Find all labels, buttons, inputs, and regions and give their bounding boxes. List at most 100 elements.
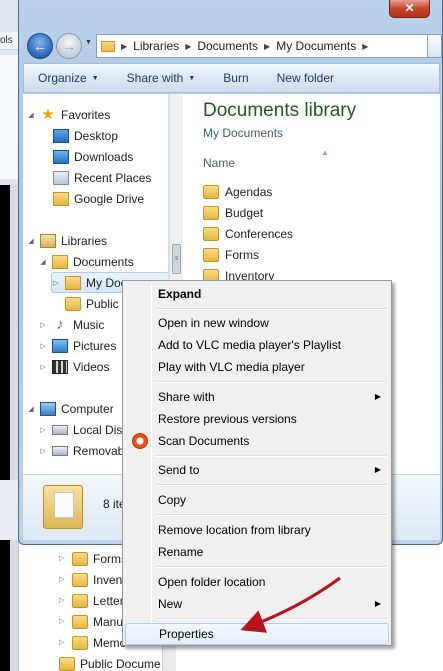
collapse-arrow-icon[interactable]: ◢ — [27, 237, 35, 245]
documents-folder-icon — [65, 275, 81, 290]
nav-item-removable[interactable]: ▷ Removab — [39, 440, 124, 461]
menu-item-scan-documents[interactable]: Scan Documents — [125, 430, 389, 452]
chevron-right-icon[interactable]: ▶ — [362, 42, 368, 51]
expand-arrow-icon[interactable]: ▷ — [39, 363, 47, 371]
tree-item-label: Manu — [93, 615, 124, 629]
nav-item-local-disk[interactable]: ▷ Local Dis — [39, 419, 122, 440]
tree-item-memos[interactable]: ▷ Memo — [59, 632, 126, 654]
collapse-arrow-icon[interactable]: ◢ — [39, 258, 47, 266]
column-header-name[interactable]: Name — [203, 156, 235, 170]
expand-arrow-icon[interactable]: ▷ — [39, 447, 47, 455]
breadcrumb-documents[interactable]: Documents — [197, 39, 258, 53]
tree-item-letters[interactable]: ▷ Letter — [59, 590, 124, 612]
desktop-area — [0, 185, 10, 671]
nav-label: Music — [73, 317, 105, 332]
tree-item-forms[interactable]: ▷ Forms — [59, 548, 127, 570]
menu-item-send-to[interactable]: Send to ▶ — [125, 459, 389, 481]
google-drive-icon — [53, 191, 69, 206]
file-item[interactable]: Conferences — [203, 223, 293, 244]
tree-item-public-documents[interactable]: Public Docume — [59, 653, 161, 671]
breadcrumb-libraries[interactable]: Libraries — [133, 39, 179, 53]
nav-label: Videos — [73, 359, 110, 374]
folder-icon — [72, 615, 88, 629]
folder-icon — [203, 184, 219, 199]
nav-item-videos[interactable]: ▷ Videos — [39, 356, 109, 377]
file-name: Agendas — [225, 184, 273, 199]
folder-icon — [72, 636, 88, 650]
expand-arrow-icon[interactable]: ▷ — [39, 342, 47, 350]
tree-item-manuals[interactable]: ▷ Manu — [59, 611, 123, 633]
folder-icon — [203, 247, 219, 262]
expand-arrow-icon[interactable]: ▷ — [59, 611, 67, 633]
new-folder-button[interactable]: New folder — [263, 64, 348, 92]
menu-separator — [155, 308, 387, 310]
back-button[interactable]: ← — [27, 33, 53, 59]
nav-item-google-drive[interactable]: Google Drive — [53, 188, 144, 209]
scrollbar-thumb[interactable]: ≡ — [172, 244, 181, 274]
menu-item-new[interactable]: New ▶ — [125, 593, 389, 615]
menu-item-share-with[interactable]: Share with ▶ — [125, 386, 389, 408]
nav-item-downloads[interactable]: Downloads — [53, 146, 133, 167]
expand-arrow-icon[interactable]: ▷ — [59, 632, 67, 654]
nav-label: Google Drive — [74, 191, 145, 206]
expand-arrow-icon[interactable]: ▷ — [59, 569, 67, 591]
nav-item-computer[interactable]: ◢ Computer — [27, 398, 114, 419]
folder-icon — [203, 205, 219, 220]
menu-item-open-new-window[interactable]: Open in new window — [125, 312, 389, 334]
nav-label: Removab — [73, 443, 125, 458]
organize-label: Organize — [38, 71, 87, 85]
library-icon — [40, 233, 56, 248]
expand-arrow-icon[interactable]: ▷ — [59, 548, 67, 570]
menu-item-rename[interactable]: Rename — [125, 541, 389, 563]
nav-item-pictures[interactable]: ▷ Pictures — [39, 335, 116, 356]
tree-item-label: Public Docume — [80, 657, 161, 671]
menu-item-play-vlc[interactable]: Play with VLC media player — [125, 356, 389, 378]
nav-item-public-documents[interactable]: Public I — [65, 293, 125, 314]
file-item[interactable]: Budget — [203, 202, 263, 223]
folder-icon — [203, 226, 219, 241]
chevron-right-icon[interactable]: ▶ — [264, 42, 270, 51]
expand-arrow-icon[interactable]: ▷ — [59, 590, 67, 612]
nav-item-recent-places[interactable]: Recent Places — [53, 167, 151, 188]
menu-separator — [155, 381, 387, 383]
navigation-bar: ← → ▼ ▶ Libraries ▶ Documents ▶ My Docum… — [23, 31, 442, 59]
library-title: Documents library — [203, 100, 357, 121]
nav-item-libraries[interactable]: ◢ Libraries — [27, 230, 107, 251]
file-item[interactable]: Agendas — [203, 181, 272, 202]
nav-item-desktop[interactable]: Desktop — [53, 125, 118, 146]
file-item[interactable]: Forms — [203, 244, 259, 265]
menu-item-remove-location[interactable]: Remove location from library — [125, 519, 389, 541]
background-scrollbar[interactable] — [10, 185, 18, 671]
folder-icon — [72, 573, 88, 587]
organize-button[interactable]: Organize ▼ — [24, 64, 113, 92]
menu-item-add-vlc-playlist[interactable]: Add to VLC media player's Playlist — [125, 334, 389, 356]
nav-item-music[interactable]: ▷ ♪ Music — [39, 314, 104, 335]
burn-button[interactable]: Burn — [209, 64, 262, 92]
menu-separator — [155, 618, 387, 620]
address-bar[interactable]: ▶ Libraries ▶ Documents ▶ My Documents ▶ — [96, 34, 428, 58]
expand-arrow-icon[interactable]: ▷ — [39, 426, 47, 434]
tree-item-inventory[interactable]: ▷ Invent — [59, 569, 126, 591]
nav-item-documents[interactable]: ◢ Documents — [39, 251, 134, 272]
menu-item-properties[interactable]: Properties — [125, 623, 389, 645]
expand-arrow-icon[interactable]: ▷ — [39, 321, 47, 329]
breadcrumb-my-documents[interactable]: My Documents — [276, 39, 356, 53]
music-icon: ♪ — [56, 315, 64, 333]
address-dropdown-button[interactable] — [428, 34, 442, 58]
close-button[interactable]: ✕ — [389, 0, 430, 18]
share-with-button[interactable]: Share with ▼ — [113, 64, 210, 92]
downloads-icon — [53, 149, 69, 164]
menu-item-open-folder-location[interactable]: Open folder location — [125, 571, 389, 593]
chevron-right-icon[interactable]: ▶ — [185, 42, 191, 51]
collapse-arrow-icon[interactable]: ◢ — [27, 111, 35, 119]
collapse-arrow-icon[interactable]: ◢ — [27, 405, 35, 413]
nav-item-favorites[interactable]: ◢ ★ Favorites — [27, 104, 110, 125]
expand-arrow-icon[interactable]: ▷ — [52, 279, 60, 287]
menu-item-copy[interactable]: Copy — [125, 489, 389, 511]
submenu-arrow-icon: ▶ — [374, 599, 381, 608]
forward-button[interactable]: → — [56, 33, 82, 59]
recent-pages-dropdown[interactable]: ▼ — [85, 39, 92, 46]
chevron-right-icon[interactable]: ▶ — [121, 42, 127, 51]
menu-item-restore-previous-versions[interactable]: Restore previous versions — [125, 408, 389, 430]
menu-item-expand[interactable]: Expand — [125, 283, 389, 305]
